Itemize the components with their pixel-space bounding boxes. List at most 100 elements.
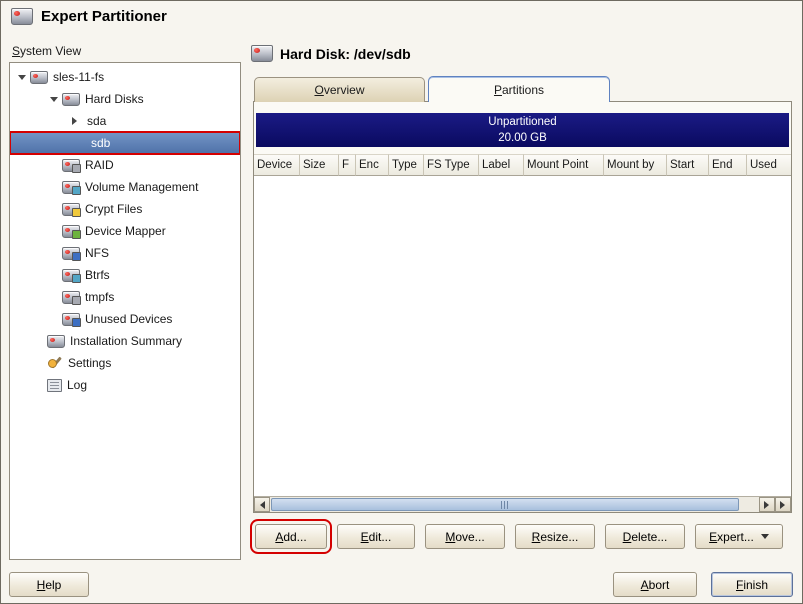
button-label: Expert... (709, 529, 754, 544)
sidebar-item-sda[interactable]: sda (10, 110, 240, 132)
expander-down-icon[interactable] (47, 92, 62, 106)
help-button[interactable]: Help (9, 572, 89, 597)
grip-icon (501, 500, 509, 509)
partition-table-body (254, 176, 791, 496)
settings-icon (47, 356, 63, 370)
column-header-type[interactable]: Type (389, 154, 424, 176)
column-header-size[interactable]: Size (300, 154, 339, 176)
sidebar-item-sdb[interactable]: sdb (10, 131, 240, 155)
sidebar-item-installation-summary[interactable]: Installation Summary (10, 330, 240, 352)
sidebar-item-label: Volume Management (85, 180, 199, 194)
horizontal-scrollbar[interactable] (254, 496, 791, 512)
tab-label: Partitions (493, 82, 545, 97)
sidebar-item-btrfs[interactable]: Btrfs (10, 264, 240, 286)
sidebar-item-label: Device Mapper (85, 224, 166, 238)
tab-partitions[interactable]: Partitions (428, 76, 610, 102)
button-label: Help (36, 577, 62, 592)
banner-line2: 20.00 GB (498, 132, 547, 144)
scroll-right-button-end[interactable] (775, 497, 791, 512)
move-button[interactable]: Move... (425, 524, 505, 549)
abort-button[interactable]: Abort (613, 572, 697, 597)
scrollbar-thumb[interactable] (271, 498, 739, 511)
resize-button[interactable]: Resize... (515, 524, 595, 549)
sidebar-item-log[interactable]: Log (10, 374, 240, 396)
sidebar-item-sles-11-fs[interactable]: sles-11-fs (10, 66, 240, 88)
button-label: Edit... (360, 529, 392, 544)
nfs-icon (62, 246, 81, 261)
btrfs-icon (62, 268, 81, 283)
sidebar-item-label: tmpfs (85, 290, 115, 304)
disk-usage-banner: Unpartitioned 20.00 GB (256, 113, 789, 147)
tmpfs-icon (62, 290, 81, 305)
system-disk-icon (30, 70, 48, 84)
banner-line1: Unpartitioned (488, 116, 557, 128)
add-button[interactable]: Add... (250, 519, 332, 554)
column-header-end[interactable]: End (709, 154, 747, 176)
sidebar-item-nfs[interactable]: NFS (10, 242, 240, 264)
sidebar-item-settings[interactable]: Settings (10, 352, 240, 374)
column-header-start[interactable]: Start (667, 154, 709, 176)
sidebar-item-label: RAID (85, 158, 114, 172)
column-header-used[interactable]: Used (747, 154, 791, 176)
expert-partitioner-window: Expert Partitioner System View sles-11-f… (0, 0, 803, 604)
sidebar-item-label: sles-11-fs (53, 70, 105, 84)
tab-overview[interactable]: Overview (254, 77, 425, 102)
sidebar-item-hard-disks[interactable]: Hard Disks (10, 88, 240, 110)
sidebar-item-label: sdb (91, 136, 111, 150)
window-title: Expert Partitioner (41, 8, 167, 25)
scrollbar-track[interactable] (271, 497, 758, 512)
partition-action-bar: Add... Edit... Move... Resize... Delete.… (250, 519, 783, 554)
sidebar-item-label: Btrfs (85, 268, 110, 282)
installation-summary-icon (47, 334, 65, 348)
column-header-enc[interactable]: Enc (356, 154, 389, 176)
raid-icon (62, 158, 81, 173)
chevron-down-icon (760, 534, 769, 543)
partition-table-header: Device Size F Enc Type FS Type Label Mou… (254, 154, 791, 176)
expander-down-icon[interactable] (15, 70, 30, 84)
system-view-tree: sles-11-fs Hard Disks sda sdb RAID Volum… (9, 62, 241, 560)
column-header-label[interactable]: Label (479, 154, 524, 176)
sidebar-item-label: sda (87, 114, 107, 128)
finish-button[interactable]: Finish (711, 572, 793, 597)
unused-devices-icon (62, 312, 81, 327)
sidebar-item-device-mapper[interactable]: Device Mapper (10, 220, 240, 242)
app-icon (11, 8, 33, 25)
scroll-right-button[interactable] (759, 497, 775, 512)
window-header: Expert Partitioner (11, 8, 167, 25)
partitions-panel: Unpartitioned 20.00 GB Device Size F Enc… (253, 101, 792, 513)
button-label: Finish (735, 577, 769, 592)
button-label: Add... (275, 529, 307, 544)
sidebar-item-label: Installation Summary (70, 334, 183, 348)
column-header-f[interactable]: F (339, 154, 356, 176)
edit-button[interactable]: Edit... (337, 524, 415, 549)
sidebar-item-label: NFS (85, 246, 109, 260)
column-header-mount-point[interactable]: Mount Point (524, 154, 604, 176)
device-mapper-icon (62, 224, 81, 239)
arrow-right-icon (780, 500, 789, 509)
page-header: Hard Disk: /dev/sdb (251, 45, 411, 62)
sidebar-item-unused-devices[interactable]: Unused Devices (10, 308, 240, 330)
button-label: Move... (445, 529, 485, 544)
sidebar-item-raid[interactable]: RAID (10, 154, 240, 176)
button-label: Resize... (531, 529, 579, 544)
column-header-fs-type[interactable]: FS Type (424, 154, 479, 176)
column-header-device[interactable]: Device (254, 154, 300, 176)
column-header-mount-by[interactable]: Mount by (604, 154, 667, 176)
sidebar-item-volume-management[interactable]: Volume Management (10, 176, 240, 198)
arrow-left-icon (256, 500, 265, 509)
volume-management-icon (62, 180, 81, 195)
sidebar-item-tmpfs[interactable]: tmpfs (10, 286, 240, 308)
expander-right-icon[interactable] (67, 114, 82, 128)
delete-button[interactable]: Delete... (605, 524, 685, 549)
button-label: Abort (640, 577, 670, 592)
sidebar-item-label: Crypt Files (85, 202, 143, 216)
sidebar-item-label: Settings (68, 356, 112, 370)
sidebar-item-crypt-files[interactable]: Crypt Files (10, 198, 240, 220)
expert-menu-button[interactable]: Expert... (695, 524, 783, 549)
button-label: Delete... (622, 529, 668, 544)
hard-disk-icon (251, 45, 273, 62)
scroll-left-button[interactable] (254, 497, 270, 512)
tab-label: Overview (314, 83, 365, 97)
system-view-label: System View (12, 44, 82, 58)
sidebar-item-label: Log (67, 378, 88, 392)
